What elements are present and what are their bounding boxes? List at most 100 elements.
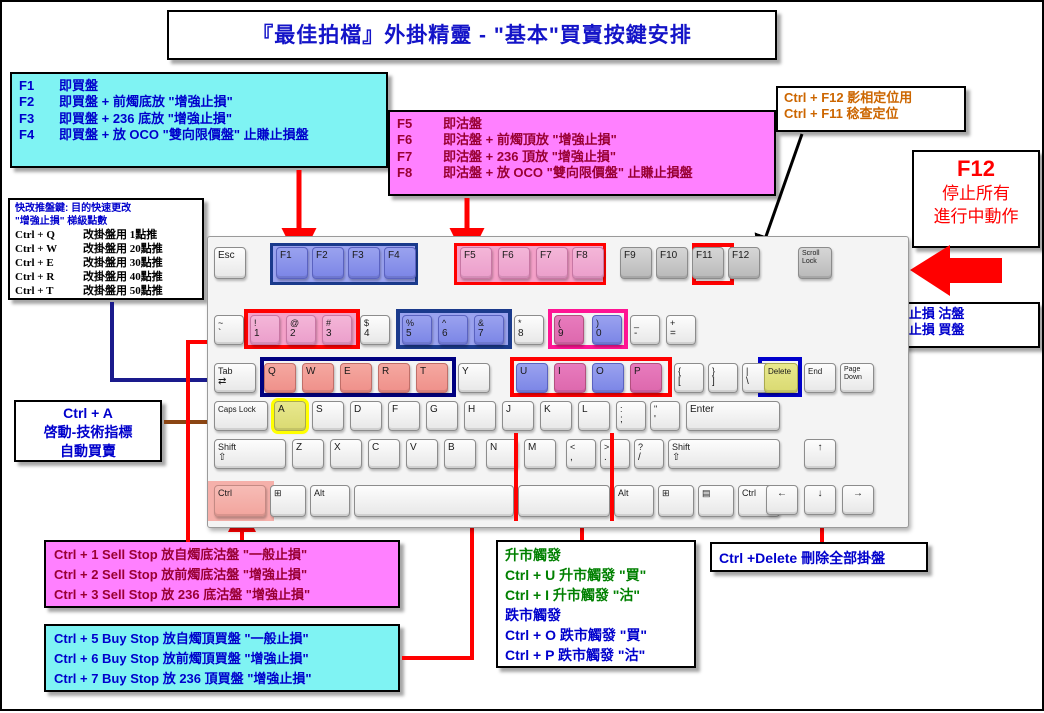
key-enter[interactable]: Enter: [686, 401, 780, 431]
key-delete[interactable]: Delete: [764, 363, 798, 393]
key-g[interactable]: G: [426, 401, 458, 431]
key-1[interactable]: ! 1: [250, 315, 280, 345]
key-quote[interactable]: " ': [650, 401, 680, 431]
key-h[interactable]: H: [464, 401, 496, 431]
key-f8[interactable]: F8: [572, 247, 604, 279]
key-slash[interactable]: ? /: [634, 439, 664, 469]
key-v[interactable]: V: [406, 439, 438, 469]
f5-key-label: F5: [397, 116, 413, 131]
key-w[interactable]: W: [302, 363, 334, 393]
key-8[interactable]: * 8: [514, 315, 544, 345]
key-i[interactable]: I: [554, 363, 586, 393]
f2-key-label: F2: [19, 94, 35, 110]
callout-ctrl-delete: Ctrl +Delete 刪除全部掛盤: [710, 542, 928, 572]
key-f4[interactable]: F4: [384, 247, 416, 279]
key-c[interactable]: C: [368, 439, 400, 469]
key-4[interactable]: $ 4: [360, 315, 390, 345]
key-win-left[interactable]: ⊞: [270, 485, 306, 517]
key-d[interactable]: D: [350, 401, 382, 431]
key-u[interactable]: U: [516, 363, 548, 393]
ctrl-a-line-3: 自動買賣: [60, 443, 116, 459]
quick-push-desc-3: 改掛盤用 40點推: [83, 271, 163, 283]
f1-desc: 即買盤: [59, 78, 99, 93]
key-shift-left[interactable]: Shift ⇧: [214, 439, 286, 469]
f3-key-label: F3: [19, 110, 35, 126]
key-9[interactable]: ( 9: [554, 315, 584, 345]
key-m[interactable]: M: [524, 439, 556, 469]
key-menu[interactable]: ▤: [698, 485, 734, 517]
tab-arrow-icon: ⇄: [218, 376, 227, 387]
key-l[interactable]: L: [578, 401, 610, 431]
key-p[interactable]: P: [630, 363, 662, 393]
key-shift-right[interactable]: Shift ⇧: [668, 439, 780, 469]
key-bracket-right[interactable]: } ]: [708, 363, 738, 393]
key-f10[interactable]: F10: [656, 247, 688, 279]
key-f3[interactable]: F3: [348, 247, 380, 279]
key-bracket-left[interactable]: { [: [674, 363, 704, 393]
key-f5[interactable]: F5: [460, 247, 492, 279]
key-arrow-right[interactable]: →: [842, 485, 874, 515]
key-j[interactable]: J: [502, 401, 534, 431]
shift-arrow-icon: ⇧: [218, 452, 227, 463]
key-period[interactable]: > .: [600, 439, 630, 469]
key-3[interactable]: # 3: [322, 315, 352, 345]
key-scroll-lock[interactable]: Scroll Lock: [798, 247, 832, 279]
key-f[interactable]: F: [388, 401, 420, 431]
key-arrow-left[interactable]: ←: [766, 485, 798, 515]
key-f2[interactable]: F2: [312, 247, 344, 279]
key-space[interactable]: [354, 485, 514, 517]
key-f6[interactable]: F6: [498, 247, 530, 279]
key-f9[interactable]: F9: [620, 247, 652, 279]
arrow-left-icon: ←: [777, 488, 787, 499]
trigger-down-header: 跌市觸發: [505, 607, 561, 623]
ctrl-f12-line-1: Ctrl + F12 影相定位用: [784, 90, 913, 105]
key-semicolon[interactable]: : ;: [616, 401, 646, 431]
key-r[interactable]: R: [378, 363, 410, 393]
key-minus[interactable]: _ -: [630, 315, 660, 345]
key-win-right[interactable]: ⊞: [658, 485, 694, 517]
callout-f5-f8: F5 即沽盤 F6 即沽盤 + 前燭頂放 "增強止損" F7 即沽盤 + 236 頂放…: [388, 110, 776, 196]
f6-key-label: F6: [397, 132, 413, 148]
key-y[interactable]: Y: [458, 363, 490, 393]
key-alt-right[interactable]: Alt: [614, 485, 654, 517]
key-ctrl-left[interactable]: Ctrl: [214, 485, 266, 517]
f5-desc: 即沽盤: [443, 116, 483, 131]
key-6[interactable]: ^ 6: [438, 315, 468, 345]
quick-push-combo-2: Ctrl + E: [15, 257, 54, 269]
key-f1[interactable]: F1: [276, 247, 308, 279]
trigger-up-header: 升市觸發: [505, 547, 561, 563]
key-s[interactable]: S: [312, 401, 344, 431]
key-k[interactable]: K: [540, 401, 572, 431]
key-5[interactable]: % 5: [402, 315, 432, 345]
key-alt-left[interactable]: Alt: [310, 485, 350, 517]
key-arrow-down[interactable]: ↓: [804, 485, 836, 515]
key-page-down[interactable]: Page Down: [840, 363, 874, 393]
key-tab[interactable]: Tab ⇄: [214, 363, 256, 393]
key-end[interactable]: End: [804, 363, 836, 393]
quick-push-desc-0: 改掛盤用 1點推: [83, 229, 158, 241]
key-space-right[interactable]: [518, 485, 610, 517]
key-2[interactable]: @ 2: [286, 315, 316, 345]
key-e[interactable]: E: [340, 363, 372, 393]
key-b[interactable]: B: [444, 439, 476, 469]
trigger-down-line-2: Ctrl + P 跌市觸發 "沽": [505, 647, 646, 663]
callout-buy-stop: Ctrl + 5 Buy Stop 放自燭頂買盤 "一般止損" Ctrl + 6…: [44, 624, 400, 692]
key-arrow-up[interactable]: ↑: [804, 439, 836, 469]
key-x[interactable]: X: [330, 439, 362, 469]
key-f12[interactable]: F12: [728, 247, 760, 279]
key-f11[interactable]: F11: [692, 247, 724, 279]
key-t[interactable]: T: [416, 363, 448, 393]
key-a[interactable]: A: [271, 398, 309, 434]
key-equals[interactable]: + =: [666, 315, 696, 345]
key-comma[interactable]: < ,: [566, 439, 596, 469]
key-7[interactable]: & 7: [474, 315, 504, 345]
key-esc[interactable]: Esc: [214, 247, 246, 279]
key-caps-lock[interactable]: Caps Lock: [214, 401, 268, 431]
key-z[interactable]: Z: [292, 439, 324, 469]
key-0[interactable]: ) 0: [592, 315, 622, 345]
shift-arrow-icon-right: ⇧: [672, 452, 681, 463]
key-q[interactable]: Q: [264, 363, 296, 393]
key-o[interactable]: O: [592, 363, 624, 393]
key-f7[interactable]: F7: [536, 247, 568, 279]
key-backtick[interactable]: ~ `: [214, 315, 244, 345]
